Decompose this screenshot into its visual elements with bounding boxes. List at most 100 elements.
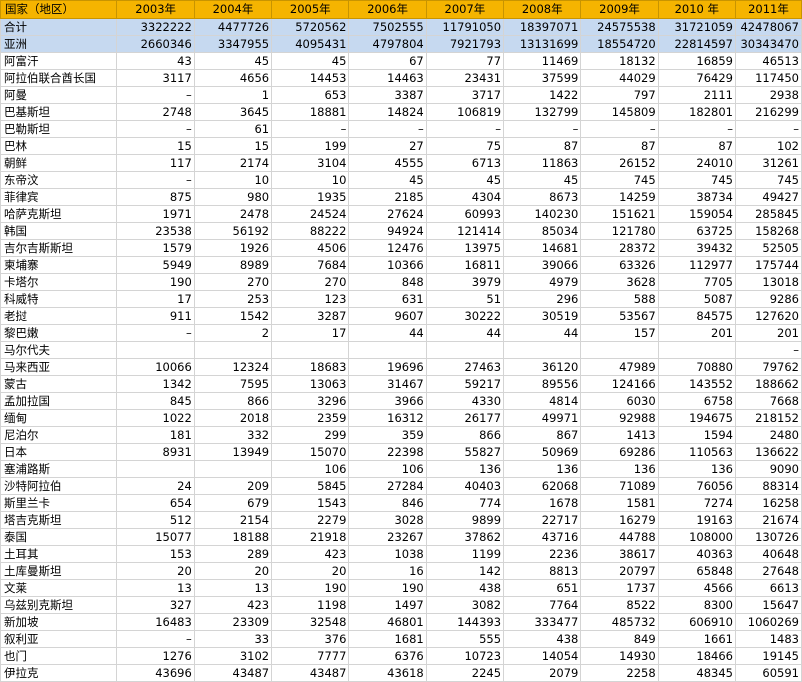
value-cell[interactable]: 16811 [425, 256, 505, 274]
value-cell[interactable]: 71089 [580, 477, 659, 495]
value-cell[interactable]: 24575538 [580, 18, 659, 36]
value-cell[interactable]: 9090 [734, 460, 802, 478]
value-cell[interactable]: 216299 [734, 103, 802, 121]
value-cell[interactable]: 27648 [734, 562, 802, 580]
value-cell[interactable]: 46801 [348, 613, 427, 631]
country-name-cell[interactable]: 叙利亚 [0, 630, 118, 648]
value-cell[interactable]: – [580, 120, 659, 138]
value-cell[interactable]: 5720562 [271, 18, 350, 36]
value-cell[interactable]: 7502555 [348, 18, 427, 36]
value-cell[interactable]: 39066 [503, 256, 582, 274]
value-cell[interactable]: 1199 [425, 545, 505, 563]
value-cell[interactable]: 11791050 [425, 18, 505, 36]
country-name-cell[interactable]: 巴勒斯坦 [0, 120, 118, 138]
value-cell[interactable]: 11863 [503, 154, 582, 172]
value-cell[interactable]: 14453 [271, 69, 350, 87]
value-cell[interactable]: – [116, 324, 195, 342]
value-cell[interactable]: 19163 [657, 511, 736, 529]
value-cell[interactable]: 44 [348, 324, 427, 342]
value-cell[interactable]: – [116, 171, 195, 189]
value-cell[interactable]: 3966 [348, 392, 427, 410]
value-cell[interactable]: 36120 [503, 358, 582, 376]
value-cell[interactable]: 38617 [580, 545, 659, 563]
country-name-cell[interactable]: 亚洲 [0, 35, 118, 53]
column-header-country[interactable]: 国家（地区） [0, 0, 118, 19]
value-cell[interactable]: 16279 [580, 511, 659, 529]
value-cell[interactable]: 376 [271, 630, 350, 648]
value-cell[interactable]: 7705 [657, 273, 736, 291]
value-cell[interactable] [116, 341, 195, 359]
value-cell[interactable]: 102 [734, 137, 802, 155]
value-cell[interactable]: 106 [348, 460, 427, 478]
value-cell[interactable]: 1342 [116, 375, 195, 393]
value-cell[interactable]: 124166 [580, 375, 659, 393]
value-cell[interactable]: 157 [580, 324, 659, 342]
value-cell[interactable]: 76056 [657, 477, 736, 495]
value-cell[interactable]: 7668 [734, 392, 802, 410]
value-cell[interactable]: 45 [271, 52, 350, 70]
value-cell[interactable]: 4979 [503, 273, 582, 291]
value-cell[interactable]: 18132 [580, 52, 659, 70]
value-cell[interactable]: 43487 [271, 664, 350, 682]
value-cell[interactable]: 52505 [734, 239, 802, 257]
value-cell[interactable]: 20 [193, 562, 273, 580]
value-cell[interactable]: 8989 [193, 256, 273, 274]
country-name-cell[interactable]: 哈萨克斯坦 [0, 205, 118, 223]
value-cell[interactable]: 4814 [503, 392, 582, 410]
value-cell[interactable]: 190 [116, 273, 195, 291]
value-cell[interactable]: 8813 [503, 562, 582, 580]
value-cell[interactable]: 18881 [271, 103, 350, 121]
value-cell[interactable]: 5087 [657, 290, 736, 308]
country-name-cell[interactable]: 韩国 [0, 222, 118, 240]
value-cell[interactable]: 63725 [657, 222, 736, 240]
value-cell[interactable]: 190 [271, 579, 350, 597]
value-cell[interactable]: 40403 [425, 477, 505, 495]
value-cell[interactable]: 745 [657, 171, 736, 189]
value-cell[interactable]: 2660346 [116, 35, 195, 53]
value-cell[interactable]: 44 [425, 324, 505, 342]
value-cell[interactable]: 423 [193, 596, 273, 614]
country-name-cell[interactable]: 蒙古 [0, 375, 118, 393]
value-cell[interactable]: 6030 [580, 392, 659, 410]
value-cell[interactable]: 2245 [425, 664, 505, 682]
value-cell[interactable]: 3028 [348, 511, 427, 529]
value-cell[interactable]: 4477726 [193, 18, 273, 36]
value-cell[interactable]: 182801 [657, 103, 736, 121]
value-cell[interactable]: 4656 [193, 69, 273, 87]
value-cell[interactable]: 112977 [657, 256, 736, 274]
country-name-cell[interactable]: 沙特阿拉伯 [0, 477, 118, 495]
value-cell[interactable]: 7274 [657, 494, 736, 512]
value-cell[interactable]: 8522 [580, 596, 659, 614]
value-cell[interactable]: 2480 [734, 426, 802, 444]
value-cell[interactable] [116, 460, 195, 478]
value-cell[interactable]: 38734 [657, 188, 736, 206]
value-cell[interactable]: 745 [734, 171, 802, 189]
value-cell[interactable]: 23309 [193, 613, 273, 631]
value-cell[interactable]: 26177 [425, 409, 505, 427]
value-cell[interactable]: 745 [580, 171, 659, 189]
country-name-cell[interactable]: 科威特 [0, 290, 118, 308]
value-cell[interactable]: 327 [116, 596, 195, 614]
value-cell[interactable]: 201 [657, 324, 736, 342]
value-cell[interactable]: 22398 [348, 443, 427, 461]
country-name-cell[interactable]: 巴林 [0, 137, 118, 155]
value-cell[interactable]: 50969 [503, 443, 582, 461]
value-cell[interactable]: 23538 [116, 222, 195, 240]
country-name-cell[interactable]: 阿拉伯联合酋长国 [0, 69, 118, 87]
value-cell[interactable]: 14824 [348, 103, 427, 121]
value-cell[interactable] [193, 341, 273, 359]
value-cell[interactable]: 10066 [116, 358, 195, 376]
value-cell[interactable]: 438 [503, 630, 582, 648]
value-cell[interactable]: 15 [193, 137, 273, 155]
value-cell[interactable]: 285845 [734, 205, 802, 223]
value-cell[interactable]: 94924 [348, 222, 427, 240]
country-name-cell[interactable]: 文莱 [0, 579, 118, 597]
value-cell[interactable]: 117 [116, 154, 195, 172]
value-cell[interactable]: 875 [116, 188, 195, 206]
value-cell[interactable]: 87 [657, 137, 736, 155]
value-cell[interactable]: 16483 [116, 613, 195, 631]
value-cell[interactable]: 121414 [425, 222, 505, 240]
value-cell[interactable]: 867 [503, 426, 582, 444]
value-cell[interactable]: 22717 [503, 511, 582, 529]
value-cell[interactable]: 45 [425, 171, 505, 189]
